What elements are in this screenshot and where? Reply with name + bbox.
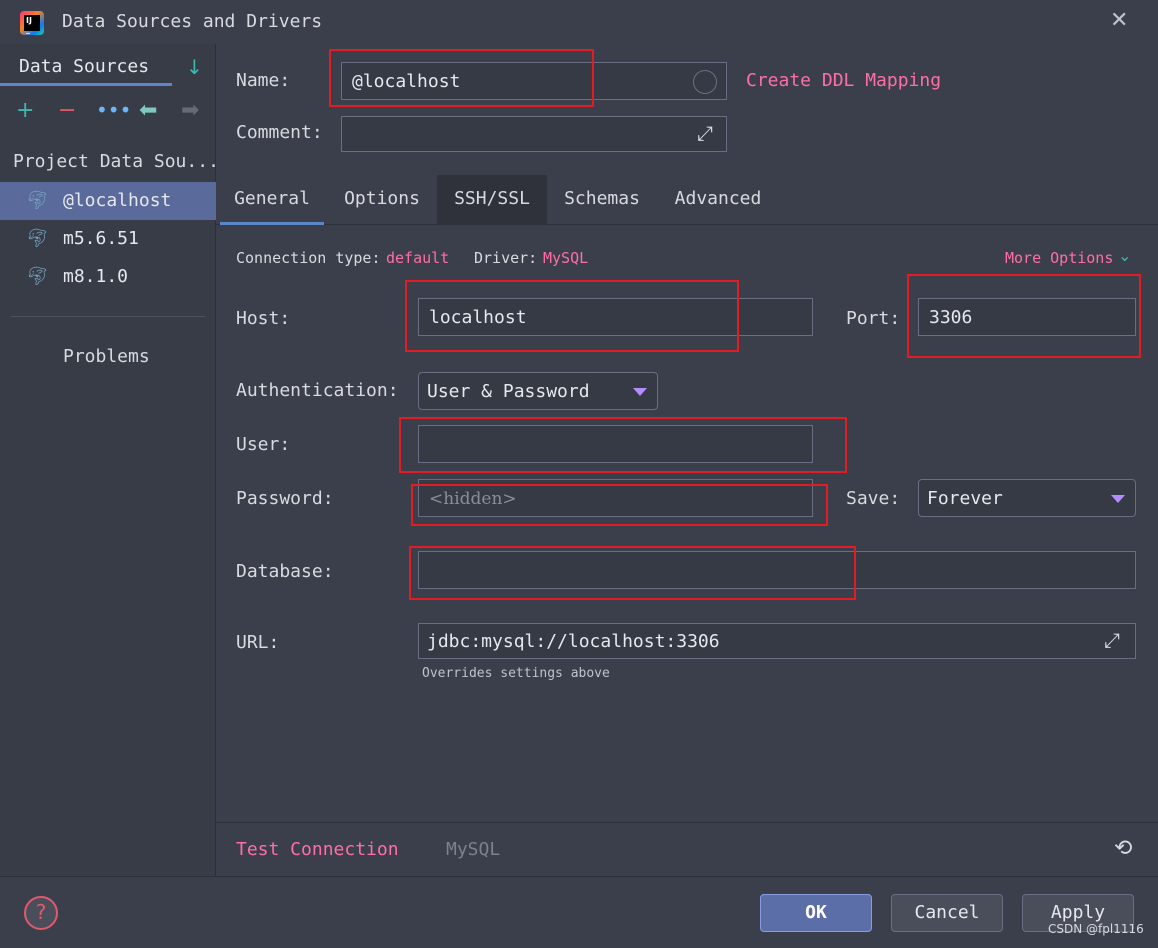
authentication-select[interactable]: User & Password: [418, 372, 658, 410]
color-picker-icon[interactable]: [693, 70, 717, 94]
driver-hint: MySQL: [446, 839, 501, 860]
driver-link[interactable]: MySQL: [543, 249, 588, 267]
save-value: Forever: [927, 488, 1003, 509]
password-label: Password:: [236, 488, 334, 509]
annotation-highlight: [399, 417, 847, 473]
add-icon[interactable]: +: [16, 98, 34, 123]
dropdown-arrow-icon: [633, 388, 647, 396]
tab-ssh-ssl[interactable]: SSH/SSL: [437, 175, 547, 225]
driver-label: Driver:: [474, 249, 538, 267]
sidebar-item-localhost[interactable]: 🐬︎ @localhost: [0, 182, 216, 220]
mysql-dolphin-icon: 🐬︎: [26, 266, 49, 287]
annotation-highlight: [405, 280, 739, 352]
tab-advanced[interactable]: Advanced: [664, 175, 772, 225]
comment-input[interactable]: [341, 116, 727, 152]
tab-schemas[interactable]: Schemas: [550, 175, 654, 225]
authentication-value: User & Password: [427, 381, 590, 402]
comment-label: Comment:: [236, 122, 323, 143]
url-input[interactable]: jdbc:mysql://localhost:3306: [418, 623, 1136, 659]
sidebar-item-label: @localhost: [63, 190, 172, 211]
tab-underline: [0, 83, 172, 86]
save-select[interactable]: Forever: [918, 479, 1136, 517]
sidebar-item-label: m5.6.51: [63, 228, 139, 249]
save-label: Save:: [846, 488, 901, 509]
forward-arrow-icon[interactable]: ➡: [181, 98, 199, 123]
host-label: Host:: [236, 308, 291, 329]
sidebar-item-m8-1-0[interactable]: 🐬︎ m8.1.0: [0, 258, 216, 296]
annotation-highlight: [329, 49, 594, 107]
user-label: User:: [236, 434, 291, 455]
connection-type-label: Connection type:: [236, 249, 381, 267]
url-value: jdbc:mysql://localhost:3306: [427, 631, 720, 652]
intellij-logo-icon: IJ _: [20, 11, 44, 35]
window-title: Data Sources and Drivers: [62, 11, 323, 32]
connection-type-link[interactable]: default: [386, 249, 449, 267]
mysql-dolphin-icon: 🐬︎: [26, 228, 49, 249]
tab-data-sources[interactable]: Data Sources: [19, 56, 149, 77]
ok-button[interactable]: OK: [760, 894, 872, 932]
tab-general[interactable]: General: [220, 175, 324, 225]
test-connection-link[interactable]: Test Connection: [236, 839, 399, 860]
authentication-label: Authentication:: [236, 380, 399, 401]
database-label: Database:: [236, 561, 334, 582]
name-label: Name:: [236, 70, 291, 91]
close-icon[interactable]: ✕: [1110, 8, 1128, 33]
help-button[interactable]: ?: [24, 896, 58, 930]
sidebar-item-problems[interactable]: Problems: [63, 346, 150, 367]
annotation-highlight: [907, 274, 1141, 358]
remove-icon[interactable]: −: [58, 98, 76, 123]
annotation-highlight: [411, 484, 828, 526]
sidebar-item-m5-6-51[interactable]: 🐬︎ m5.6.51: [0, 220, 216, 258]
port-label: Port:: [846, 308, 901, 329]
sidebar-section-title: Project Data Sou...: [13, 151, 219, 172]
tab-options[interactable]: Options: [330, 175, 434, 225]
import-icon[interactable]: ↓: [186, 55, 203, 79]
expand-icon[interactable]: ⤢: [697, 121, 713, 145]
revert-icon[interactable]: ⟲: [1114, 836, 1132, 861]
back-arrow-icon[interactable]: ⬅: [139, 98, 157, 123]
watermark: CSDN @fpl1116: [1048, 922, 1144, 936]
sidebar-item-label: m8.1.0: [63, 266, 129, 287]
chevron-down-icon[interactable]: ⌄: [1118, 246, 1131, 265]
more-options-link[interactable]: More Options: [1005, 249, 1113, 267]
sidebar-divider: [10, 316, 206, 317]
more-icon[interactable]: •••: [96, 98, 131, 122]
cancel-button[interactable]: Cancel: [891, 894, 1003, 932]
url-label: URL:: [236, 632, 280, 653]
create-ddl-mapping-link[interactable]: Create DDL Mapping: [746, 70, 941, 91]
dropdown-arrow-icon: [1111, 495, 1125, 503]
mysql-dolphin-icon: 🐬︎: [26, 190, 49, 211]
annotation-highlight: [409, 546, 856, 600]
url-hint: Overrides settings above: [422, 666, 610, 681]
expand-icon[interactable]: ⤢: [1104, 628, 1120, 652]
